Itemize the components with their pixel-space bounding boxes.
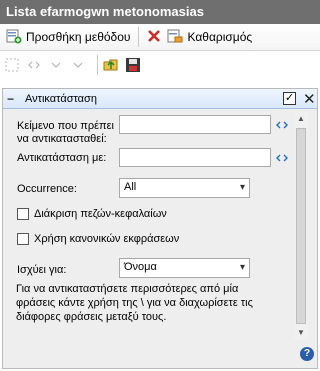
chevron-down-icon: ▾ — [239, 262, 245, 273]
secondary-toolbar — [0, 51, 320, 79]
help-icon[interactable]: ? — [300, 347, 314, 361]
clear-x-icon — [147, 29, 161, 46]
find-input[interactable] — [119, 115, 271, 134]
case-sensitive-checkbox[interactable] — [17, 208, 29, 220]
clear-x-button[interactable] — [144, 26, 164, 48]
chevron-down-icon[interactable] — [48, 57, 64, 73]
replace-label: Αντικατάσταση με: — [17, 152, 107, 164]
select-all-icon[interactable] — [4, 57, 20, 73]
add-method-icon — [6, 28, 22, 47]
clear-label: Καθαρισμός — [187, 30, 253, 44]
add-method-button[interactable]: Προσθήκη μεθόδου — [3, 26, 133, 48]
save-icon[interactable] — [125, 57, 141, 73]
toolbar2-divider — [97, 55, 98, 75]
regex-label: Χρήση κανονικών εκφράσεων — [34, 233, 180, 245]
panel-pin-checkbox[interactable]: ✓ — [283, 92, 296, 105]
regex-option[interactable]: Χρήση κανονικών εκφράσεων — [17, 233, 179, 245]
help-text: Για να αντικαταστήσετε περισσότερες από … — [16, 283, 253, 323]
regex-checkbox[interactable] — [17, 233, 29, 245]
case-sensitive-option[interactable]: Διάκριση πεζών-κεφαλαίων — [17, 208, 167, 220]
applies-to-label: Ισχύει για: — [17, 264, 67, 276]
replace-input[interactable] — [119, 148, 271, 167]
replace-arrows-icon[interactable] — [275, 153, 289, 163]
panel-close-icon[interactable]: ✕ — [303, 90, 316, 108]
occurrence-value: All — [124, 181, 137, 193]
scroll-thumb[interactable] — [296, 128, 306, 324]
scroll-up-icon[interactable]: ▲ — [296, 114, 306, 123]
occurrence-label: Occurrence: — [17, 183, 77, 195]
panel-title: Αντικατάσταση — [25, 92, 97, 105]
collapse-icon[interactable]: − — [7, 92, 19, 106]
clear-button[interactable]: Καθαρισμός — [164, 26, 255, 48]
applies-to-value: Όνομα — [124, 261, 157, 273]
panel-header[interactable]: − Αντικατάσταση ✓ ✕ — [3, 89, 317, 109]
replace-panel: − Αντικατάσταση ✓ ✕ Κείμενο που πρέπει ν… — [2, 88, 318, 369]
applies-to-select[interactable]: Όνομα ▾ — [119, 258, 250, 278]
toolbar-divider — [138, 27, 140, 47]
case-sensitive-label: Διάκριση πεζών-κεφαλαίων — [34, 208, 167, 220]
find-label: Κείμενο που πρέπει να αντικατασταθεί: — [17, 120, 114, 145]
main-toolbar: Προσθήκη μεθόδου Καθαρισμός — [0, 24, 320, 51]
arrows-icon[interactable] — [26, 57, 42, 73]
chevron-down-icon: ▾ — [239, 182, 245, 193]
open-folder-icon[interactable] — [103, 57, 119, 73]
chevron-down-alt-icon[interactable] — [70, 57, 86, 73]
find-arrows-icon[interactable] — [275, 120, 289, 130]
eraser-icon — [167, 28, 183, 47]
scroll-down-icon[interactable]: ▼ — [296, 328, 306, 337]
panel-scrollbar[interactable]: ▲ ▼ — [294, 112, 308, 340]
window-title: Lista efarmogwn metonomasias — [0, 0, 320, 24]
occurrence-select[interactable]: All ▾ — [119, 178, 250, 198]
add-method-label: Προσθήκη μεθόδου — [26, 30, 131, 44]
